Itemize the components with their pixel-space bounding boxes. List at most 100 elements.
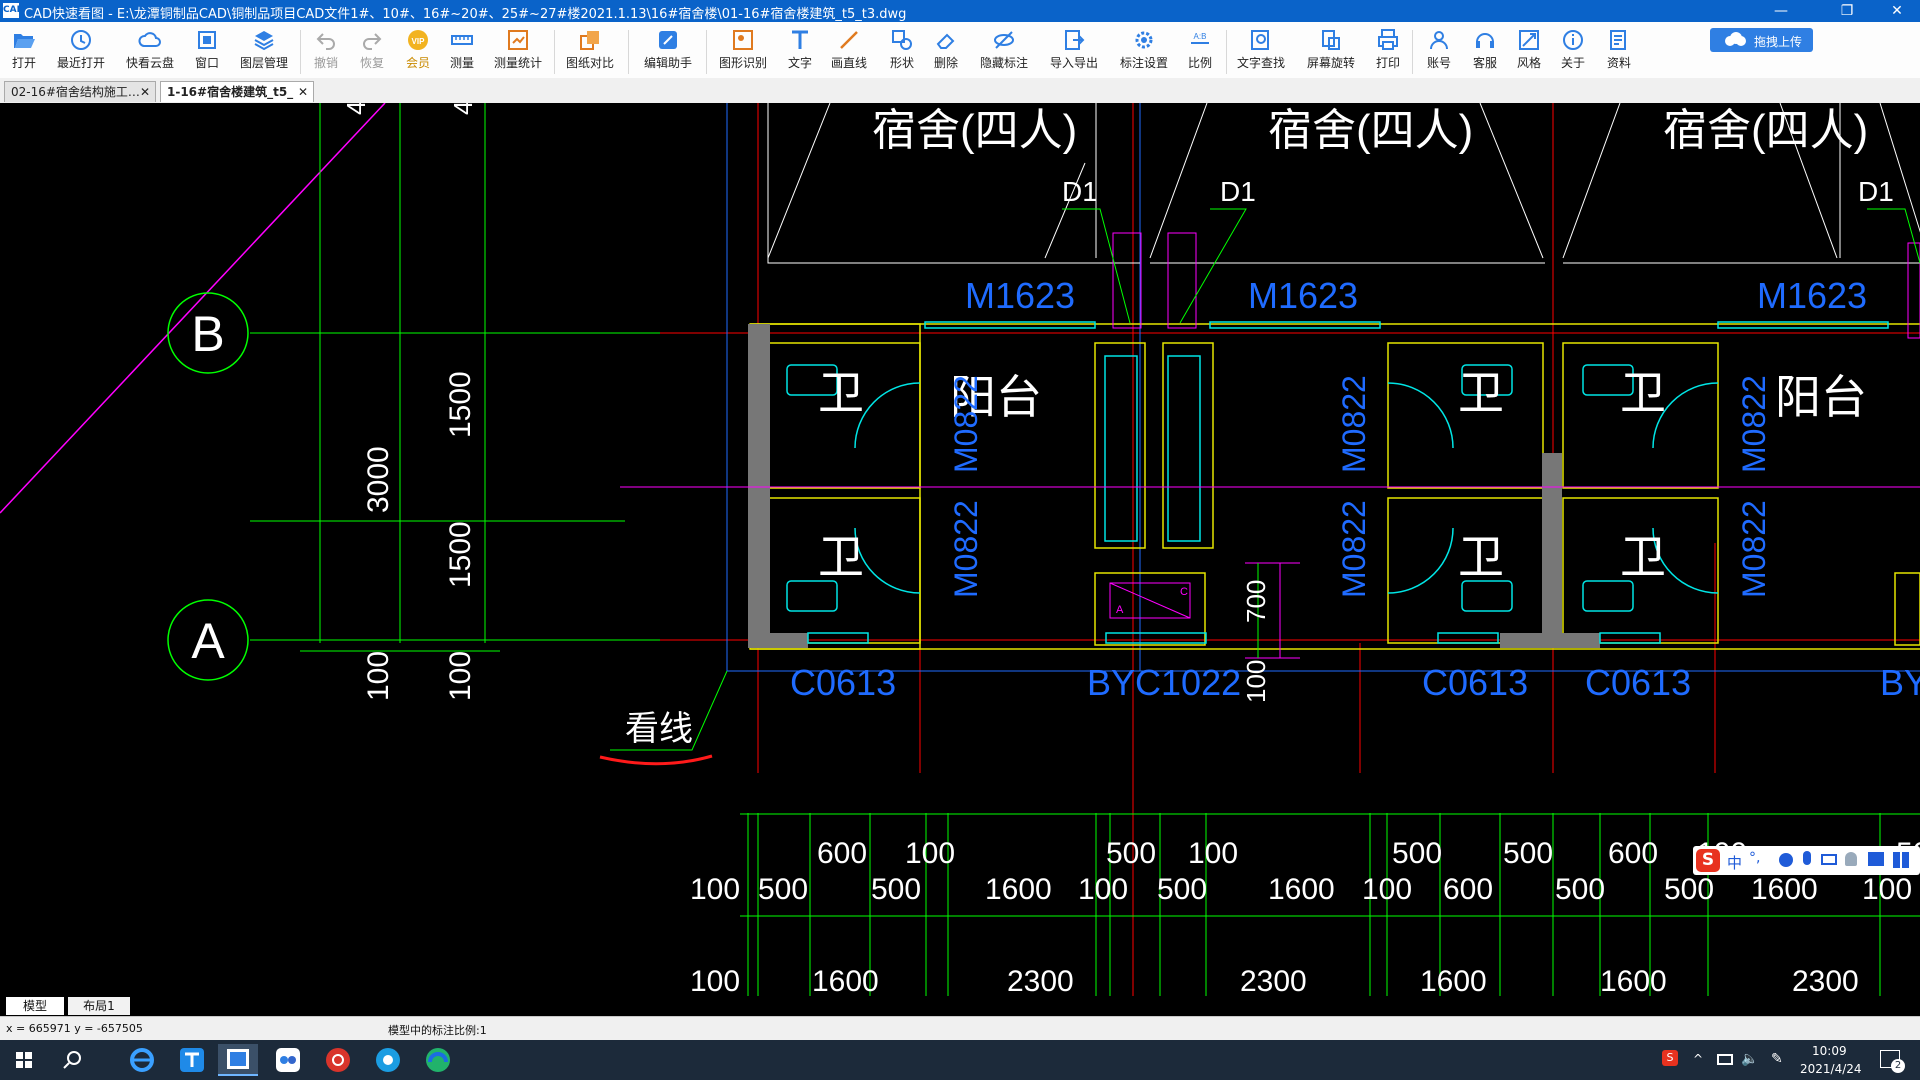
keyboard-icon[interactable] bbox=[1821, 854, 1837, 865]
shape-button[interactable]: 形状 bbox=[886, 26, 918, 76]
edit-helper-button[interactable]: 编辑助手 bbox=[636, 26, 700, 76]
print-label: 打印 bbox=[1375, 56, 1400, 70]
restore-button[interactable]: ❐ bbox=[1824, 0, 1870, 22]
line-label: 画直线 bbox=[830, 56, 867, 70]
open-button[interactable]: 打开 bbox=[2, 26, 46, 76]
dim-100-right: 100 bbox=[444, 651, 477, 701]
recent-button[interactable]: 最近打开 bbox=[50, 26, 112, 76]
chevron-up-icon[interactable]: ^ bbox=[1693, 1052, 1703, 1066]
volume-icon[interactable]: 🔈 bbox=[1741, 1051, 1758, 1067]
erase-button[interactable]: 删除 bbox=[930, 26, 962, 76]
text-search-button[interactable]: 文字查找 bbox=[1232, 26, 1290, 76]
edge-new-icon[interactable] bbox=[418, 1044, 458, 1076]
compare-button[interactable]: 图纸对比 bbox=[560, 26, 620, 76]
sogou-tray-icon[interactable]: S bbox=[1662, 1050, 1678, 1066]
tab-close-icon[interactable]: ✕ bbox=[298, 82, 308, 103]
shape-recog-button[interactable]: 图形识别 bbox=[712, 26, 774, 76]
netease-music-icon[interactable] bbox=[318, 1044, 358, 1076]
hide-marks-button[interactable]: 隐藏标注 bbox=[976, 26, 1032, 76]
tab-close-icon[interactable]: ✕ bbox=[140, 82, 150, 103]
text-button[interactable]: 文字 bbox=[784, 26, 816, 76]
window-icon bbox=[198, 31, 216, 49]
clock-time[interactable]: 10:09 bbox=[1812, 1044, 1847, 1058]
room-label: 宿舍(四人) bbox=[872, 106, 1077, 155]
door-label-m0822: M0822 bbox=[1736, 375, 1772, 473]
emoji-icon[interactable] bbox=[1779, 853, 1793, 867]
tab-architecture-drawing[interactable]: 1-16#宿舍楼建筑_t5_ ✕ bbox=[160, 81, 314, 102]
cursor-coordinates: x = 665971 y = -657505 bbox=[6, 1022, 143, 1035]
eye-hide-icon bbox=[994, 31, 1014, 49]
tab-label: 1-16#宿舍楼建筑_t5_ bbox=[167, 85, 294, 99]
vip-button[interactable]: VIP 会员 bbox=[398, 26, 438, 76]
room-label: 宿舍(四人) bbox=[1268, 106, 1473, 155]
account-button[interactable]: 账号 bbox=[1422, 26, 1456, 76]
tab-model[interactable]: 模型 bbox=[6, 997, 64, 1015]
dim-value: 2300 bbox=[1007, 965, 1074, 996]
ime-punct[interactable]: °, bbox=[1749, 850, 1760, 866]
notification-icon[interactable]: 2 bbox=[1880, 1050, 1905, 1073]
compare-icon bbox=[580, 31, 599, 50]
clock-date[interactable]: 2021/4/24 bbox=[1800, 1062, 1862, 1076]
rotate-screen-button[interactable]: 屏幕旋转 bbox=[1302, 26, 1360, 76]
ime-mode[interactable]: 中 bbox=[1727, 852, 1742, 873]
dim-value: 500 bbox=[1157, 873, 1207, 906]
wc-label: 卫 bbox=[818, 531, 864, 583]
cloud-button[interactable]: 快看云盘 bbox=[120, 26, 180, 76]
window-label-c0613: C0613 bbox=[790, 662, 896, 703]
edge-browser-icon[interactable] bbox=[368, 1044, 408, 1076]
windows-start-icon[interactable] bbox=[4, 1044, 44, 1076]
search-icon[interactable] bbox=[52, 1044, 92, 1076]
tab-layout1[interactable]: 布局1 bbox=[68, 997, 130, 1015]
upload-label: 拖拽上传 bbox=[1754, 35, 1803, 49]
status-bar: x = 665971 y = -657505 模型中的标注比例:1 bbox=[0, 1016, 1920, 1041]
scale-button[interactable]: A:B 比例 bbox=[1184, 26, 1216, 76]
cad-drawing[interactable]: B A 4 4 1500 3000 1500 100 100 A C 宿舍(四人… bbox=[0, 101, 1920, 998]
ie-browser-icon[interactable] bbox=[122, 1044, 162, 1076]
microphone-icon[interactable] bbox=[1803, 851, 1811, 865]
user-icon[interactable] bbox=[1845, 852, 1857, 866]
upload-button[interactable]: 拖拽上传 bbox=[1710, 28, 1813, 52]
document-tab-bar: 02-16#宿舍结构施工… ✕ 1-16#宿舍楼建筑_t5_ ✕ bbox=[0, 78, 1920, 104]
annotation-scale: 模型中的标注比例:1 bbox=[388, 1024, 487, 1037]
minimize-button[interactable]: — bbox=[1758, 0, 1804, 22]
about-button[interactable]: 关于 bbox=[1556, 26, 1590, 76]
grid-icon[interactable] bbox=[1893, 852, 1909, 868]
erase-label: 删除 bbox=[933, 56, 958, 70]
close-button[interactable]: ✕ bbox=[1874, 0, 1920, 22]
line-button[interactable]: 画直线 bbox=[826, 26, 872, 76]
layers-button[interactable]: 图层管理 bbox=[234, 26, 294, 76]
dim-value: 500 bbox=[871, 873, 921, 906]
pen-icon[interactable]: ✎ bbox=[1771, 1051, 1783, 1067]
window-button[interactable]: 窗口 bbox=[188, 26, 226, 76]
ime-toolbar[interactable]: S 中 °, bbox=[1693, 846, 1920, 875]
import-export-icon bbox=[1065, 30, 1085, 50]
service-button[interactable]: 客服 bbox=[1468, 26, 1502, 76]
dim-value: 500 bbox=[1106, 837, 1156, 870]
text-app-icon[interactable] bbox=[172, 1044, 212, 1076]
dim-value: 500 bbox=[1664, 873, 1714, 906]
notification-count: 2 bbox=[1891, 1059, 1905, 1073]
door-label-m1623: M1623 bbox=[965, 275, 1075, 316]
drawing-canvas[interactable]: B A 4 4 1500 3000 1500 100 100 A C 宿舍(四人… bbox=[0, 101, 1920, 998]
measure-button[interactable]: 测量 bbox=[444, 26, 480, 76]
docs-button[interactable]: 资料 bbox=[1602, 26, 1636, 76]
import-export-button[interactable]: 导入导出 bbox=[1046, 26, 1102, 76]
text-search-label: 文字查找 bbox=[1236, 56, 1285, 70]
undo-button[interactable]: 撤销 bbox=[306, 26, 346, 76]
network-icon[interactable] bbox=[1717, 1054, 1733, 1065]
print-button[interactable]: 打印 bbox=[1372, 26, 1404, 76]
history-icon bbox=[71, 30, 91, 50]
cad-app-icon bbox=[227, 1049, 249, 1069]
style-button[interactable]: 风格 bbox=[1512, 26, 1546, 76]
redo-button[interactable]: 恢复 bbox=[352, 26, 392, 76]
dim-value: 100 bbox=[1078, 873, 1128, 906]
compare-label: 图纸对比 bbox=[565, 56, 614, 70]
mark-settings-button[interactable]: 标注设置 bbox=[1116, 26, 1172, 76]
shape-icon bbox=[892, 30, 912, 50]
tab-structure-drawing[interactable]: 02-16#宿舍结构施工… ✕ bbox=[4, 81, 156, 102]
baidu-netdisk-icon[interactable] bbox=[268, 1044, 308, 1076]
wc-label: 卫 bbox=[818, 367, 864, 419]
cad-app-taskbar-item[interactable] bbox=[218, 1044, 258, 1076]
measure-stats-button[interactable]: 测量统计 bbox=[490, 26, 546, 76]
shirt-icon[interactable] bbox=[1868, 852, 1884, 866]
